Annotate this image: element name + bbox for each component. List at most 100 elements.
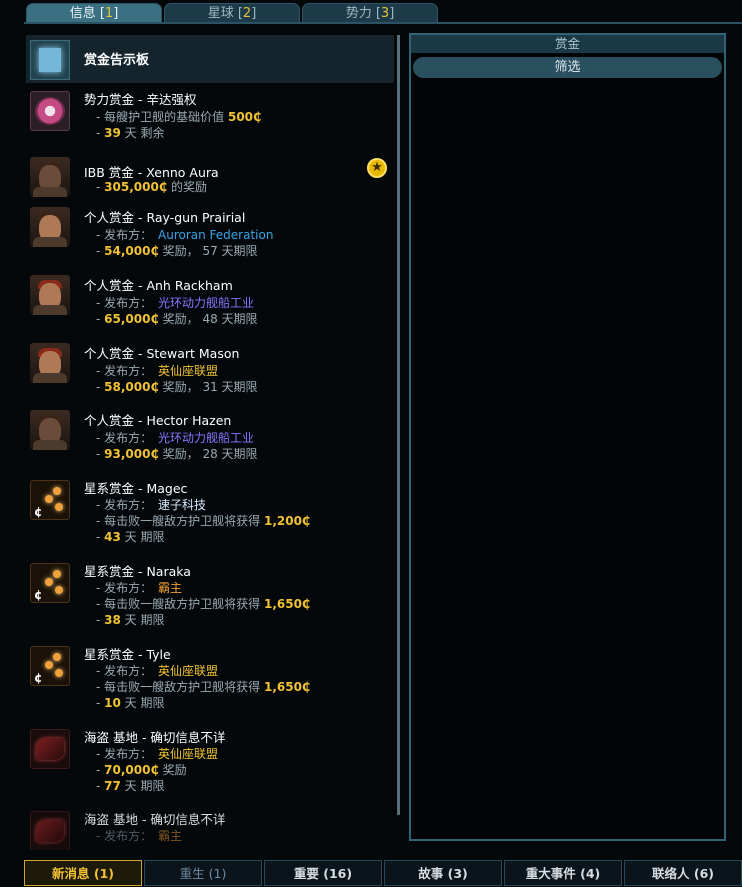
bounty-target-portrait [30, 275, 70, 315]
credit-value: 305,000₵ [104, 180, 168, 194]
credit-value: 70,000₵ [104, 763, 159, 777]
pirate-base-icon [30, 811, 70, 850]
bounty-title: 星系赏金 - Magec [84, 481, 188, 496]
detail-text: - 每艘护卫舰的基础价值 [96, 110, 228, 124]
list-item[interactable]: 个人赏金 - Anh Rackham - 发布方： 光环动力舰船工业 - 65,0… [26, 273, 394, 333]
tab-hotkey: 3 [380, 6, 390, 21]
bounty-detail: - 发布方： 英仙座联盟 [96, 745, 218, 762]
bounty-detail: - 70,000₵ 奖励 [96, 763, 187, 777]
bounty-detail: - 每击败一艘敌方护卫舰将获得 1,200₵ [96, 512, 310, 529]
faction-emblem-icon [30, 91, 70, 131]
list-item[interactable]: ¢ 星系赏金 - Tyle - 发布方： 英仙座联盟 - 每击败一艘敌方护卫舰将获… [26, 642, 394, 718]
detail-text: 天 期限 [120, 696, 165, 710]
list-item[interactable]: ¢ 星系赏金 - Magec - 发布方： 速子科技 - 每击败一艘敌方护卫舰将获… [26, 476, 394, 552]
detail-text: 天 期限 [120, 779, 165, 793]
issuer-label: - 发布方： [96, 296, 153, 310]
bounty-title: 势力赏金 - 辛达强权 [84, 92, 197, 107]
bounty-detail: - 每艘护卫舰的基础价值 500₵ [96, 108, 261, 125]
tab-label: 星球 [ [207, 6, 243, 21]
bounty-board-header[interactable]: 赏金告示板 [26, 35, 394, 83]
credit-value: 58,000₵ [104, 380, 159, 394]
tab-label-close: ] [251, 6, 257, 21]
bounty-target-portrait [30, 157, 70, 197]
days-value: 77 [104, 779, 121, 793]
bounty-board-title: 赏金告示板 [84, 53, 150, 68]
credit-value: 500₵ [227, 110, 262, 124]
issuer-name: 光环动力舰船工业 [158, 296, 255, 310]
tab-major-events[interactable]: 重大事件 (4) [504, 860, 622, 886]
issuer-name: 英仙座联盟 [158, 747, 219, 761]
tab-factions[interactable]: 势力 [3] [302, 3, 438, 23]
bounty-detail: - 每击败一艘敌方护卫舰将获得 1,650₵ [96, 678, 310, 695]
credit-value: 93,000₵ [104, 447, 159, 461]
issuer-name: Auroran Federation [158, 228, 274, 242]
issuer-name: 霸主 [158, 581, 183, 595]
list-item[interactable]: 个人赏金 - Ray-gun Prairial - 发布方： Auroran Fe… [26, 205, 394, 265]
bounty-title: 个人赏金 - Stewart Mason [84, 346, 240, 361]
tab-planets[interactable]: 星球 [2] [164, 3, 300, 23]
tab-story[interactable]: 故事 (3) [384, 860, 502, 886]
issuer-name: 霸主 [158, 829, 183, 843]
bounty-detail: - 发布方： 光环动力舰船工业 [96, 294, 254, 311]
list-item[interactable]: 个人赏金 - Stewart Mason - 发布方： 英仙座联盟 - 58,00… [26, 341, 394, 401]
bounty-title: 个人赏金 - Ray-gun Prairial [84, 210, 246, 225]
bounty-target-portrait [30, 410, 70, 450]
list-item[interactable]: 海盗 基地 - 确切信息不详 - 发布方： 英仙座联盟 - 70,000₵ 奖励 … [26, 725, 394, 801]
bounty-detail: - 发布方： 英仙座联盟 [96, 662, 218, 679]
days-value: 39 [104, 126, 121, 140]
credit-value: 65,000₵ [104, 312, 159, 326]
detail-text: 的奖励 [167, 180, 207, 194]
tab-respawn[interactable]: 重生 (1) [144, 860, 262, 886]
list-scrollbar[interactable] [397, 35, 400, 815]
list-item[interactable]: 势力赏金 - 辛达强权 - 每艘护卫舰的基础价值 500₵ - 39 天 剩余 [26, 87, 394, 147]
bounty-detail: - 65,000₵ 奖励， 48 天期限 [96, 312, 258, 326]
list-item[interactable]: ¢ 星系赏金 - Naraka - 发布方： 霸主 - 每击败一艘敌方护卫舰将获得… [26, 559, 394, 635]
credit-value: 1,200₵ [263, 514, 311, 528]
bounty-detail: - 发布方： 霸主 [96, 579, 182, 596]
days-value: 38 [104, 613, 121, 627]
detail-text: - 每击败一艘敌方护卫舰将获得 [96, 597, 264, 611]
list-item[interactable]: 海盗 基地 - 确切信息不详 - 发布方： 霸主 [26, 807, 394, 850]
issuer-label: - 发布方： [96, 228, 153, 242]
top-tab-bar: 信息 [1] 星球 [2] 势力 [3] [26, 3, 438, 23]
days-value: 10 [104, 696, 121, 710]
bounty-detail: - 发布方： 光环动力舰船工业 [96, 429, 254, 446]
bounty-title: 海盗 基地 - 确切信息不详 [84, 812, 226, 827]
detail-text: 奖励， 48 天期限 [158, 312, 258, 326]
tab-new-messages[interactable]: 新消息 (1) [24, 860, 142, 886]
bounty-title: 星系赏金 - Tyle [84, 647, 171, 662]
bounty-detail: - 38 天 期限 [96, 613, 165, 627]
bounty-list[interactable]: 赏金告示板 势力赏金 - 辛达强权 - 每艘护卫舰的基础价值 500₵ - 39… [26, 35, 394, 850]
tab-hotkey: 1 [104, 6, 114, 21]
detail-text: 奖励 [158, 763, 187, 777]
bounty-title: 个人赏金 - Hector Hazen [84, 413, 232, 428]
bounty-detail: - 发布方： 速子科技 [96, 496, 206, 513]
detail-text: 奖励， 28 天期限 [158, 447, 258, 461]
bounty-detail: - 54,000₵ 奖励， 57 天期限 [96, 244, 258, 258]
tab-intel[interactable]: 信息 [1] [26, 3, 162, 23]
filter-button[interactable]: 筛选 [413, 57, 722, 78]
list-item[interactable]: 个人赏金 - Hector Hazen - 发布方： 光环动力舰船工业 - 93,… [26, 408, 394, 468]
bounty-title: 星系赏金 - Naraka [84, 564, 191, 579]
issuer-name: 速子科技 [158, 498, 207, 512]
bounty-board-icon [30, 40, 70, 80]
star-icon: ★ [367, 158, 387, 178]
bounty-filter-panel: 赏金 筛选 [409, 33, 726, 841]
bounty-title: 个人赏金 - Anh Rackham [84, 278, 233, 293]
issuer-name: 光环动力舰船工业 [158, 431, 255, 445]
detail-text: 天 剩余 [120, 126, 165, 140]
bounty-title: 海盗 基地 - 确切信息不详 [84, 730, 226, 745]
list-item[interactable]: IBB 赏金 - Xenno Aura - 305,000₵ 的奖励 [26, 155, 394, 199]
issuer-label: - 发布方： [96, 581, 153, 595]
tab-important[interactable]: 重要 (16) [264, 860, 382, 886]
bounty-detail: - 发布方： 英仙座联盟 [96, 362, 218, 379]
credit-value: 1,650₵ [263, 680, 311, 694]
tab-hotkey: 2 [242, 6, 252, 21]
issuer-label: - 发布方： [96, 664, 153, 678]
bounty-detail: - 93,000₵ 奖励， 28 天期限 [96, 447, 258, 461]
system-bounty-icon: ¢ [30, 646, 70, 686]
bounty-target-portrait [30, 343, 70, 383]
issuer-label: - 发布方： [96, 364, 153, 378]
bounty-detail: - 77 天 期限 [96, 779, 165, 793]
tab-contacts[interactable]: 联络人 (6) [624, 860, 742, 886]
